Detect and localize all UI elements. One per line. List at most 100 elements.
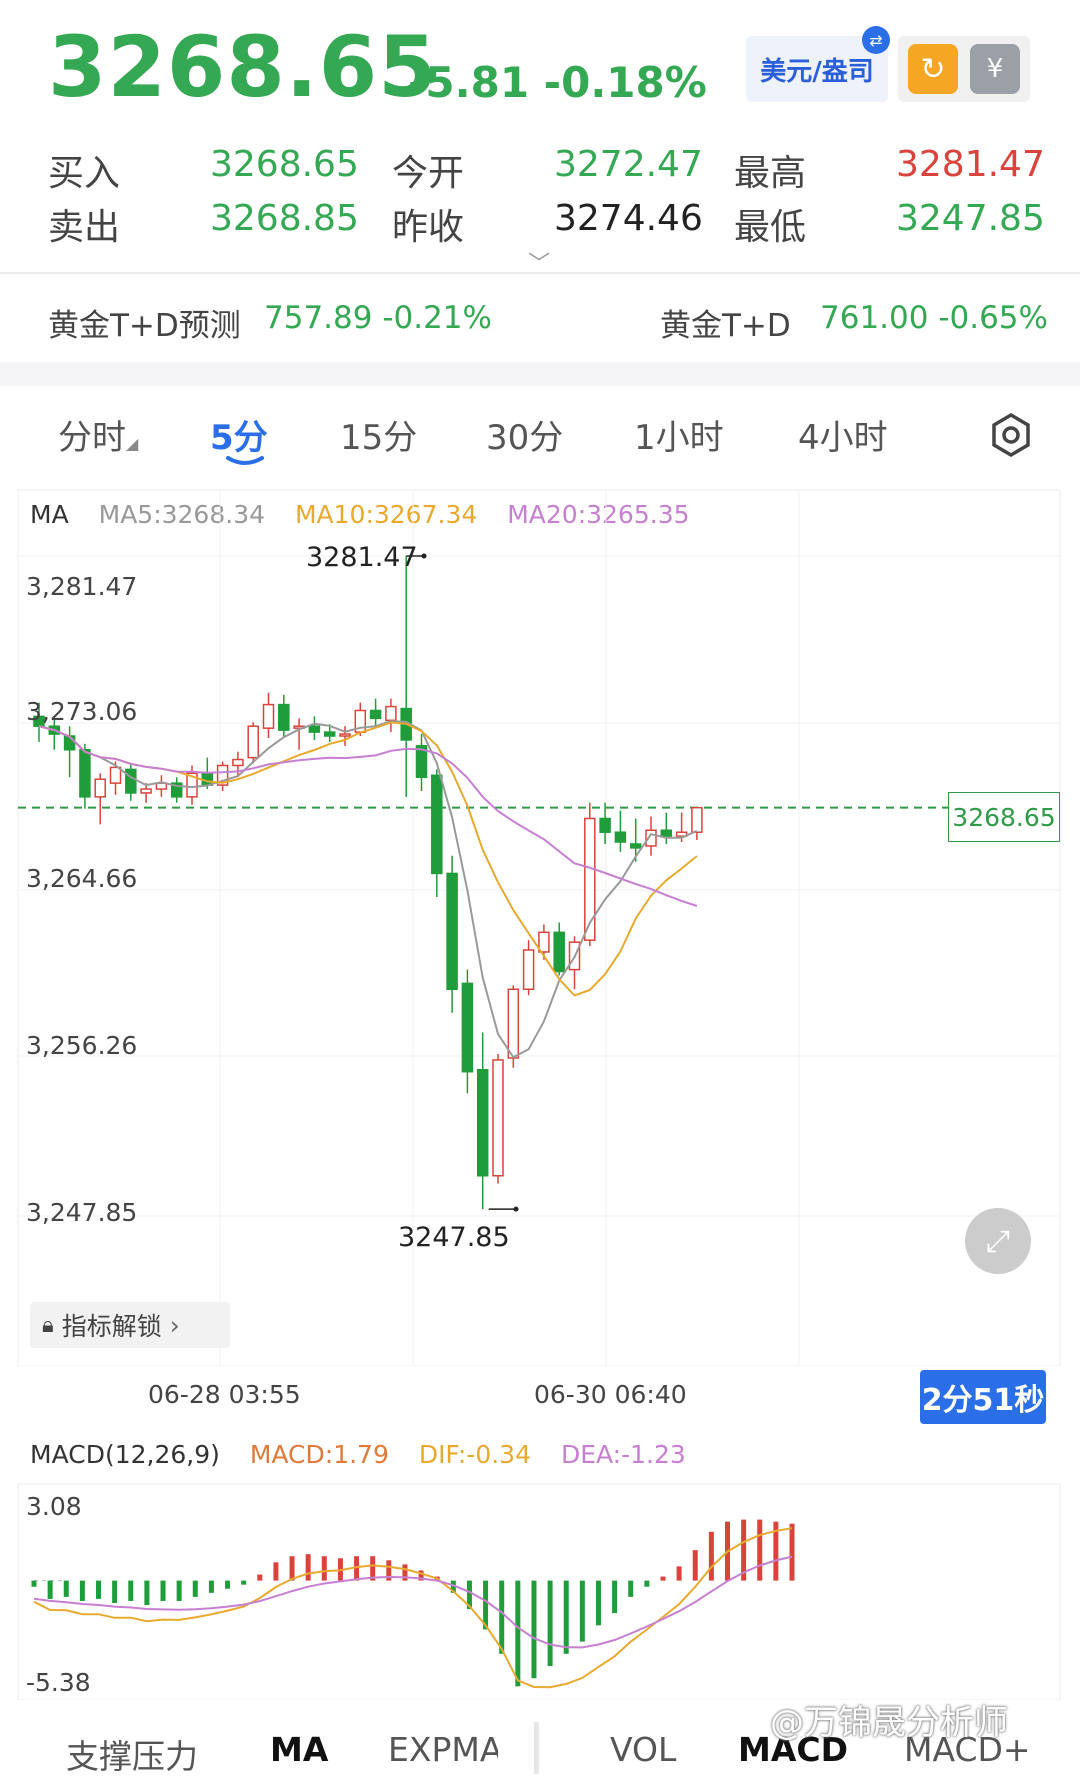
- candle-up: [247, 725, 259, 759]
- indicator-unlock-label: 指标解锁: [61, 1312, 162, 1341]
- lock-icon: 🔒︎: [42, 1312, 54, 1338]
- macd-bar-negative: [531, 1580, 537, 1679]
- candle-down: [79, 749, 91, 798]
- ma5-line: [38, 720, 698, 1059]
- min-pointer-dot: [513, 1206, 519, 1212]
- indicator-unlock-button[interactable]: 🔒︎ 指标解锁 ›: [30, 1302, 230, 1348]
- candle-down: [629, 843, 642, 849]
- macd-bar-negative: [563, 1580, 569, 1654]
- high-value: 3281.47: [896, 144, 1045, 185]
- dea-value: DEA:-1.23: [560, 1440, 686, 1469]
- macd-bar-negative: [144, 1580, 150, 1606]
- y-tick-label: 3,264.66: [26, 864, 138, 893]
- ma10-line: [38, 721, 698, 997]
- macd-y-tick-label: -5.38: [26, 1668, 91, 1697]
- tab-4h[interactable]: 4小时: [798, 410, 888, 459]
- macd-title: MACD(12,26,9): [30, 1440, 220, 1469]
- exchange-icon[interactable]: ¥: [970, 44, 1020, 94]
- x-tick-label: 06-30 06:40: [534, 1380, 687, 1409]
- max-price-label: 3281.47: [306, 542, 418, 573]
- candle-up: [507, 988, 520, 1059]
- tab-label: 分时: [58, 418, 126, 458]
- macd-bar-positive: [708, 1531, 714, 1581]
- tab-1h[interactable]: 1小时: [634, 410, 724, 459]
- min-price-label: 3247.85: [398, 1222, 510, 1253]
- macd-bar-negative: [79, 1580, 85, 1601]
- y-tick-label: 3,273.06: [26, 697, 138, 726]
- macd-bar-positive: [660, 1576, 666, 1581]
- macd-legend: MACD(12,26,9) MACD:1.79 DIF:-0.34 DEA:-1…: [30, 1440, 708, 1469]
- macd-bar-positive: [757, 1519, 763, 1581]
- macd-bar-negative: [63, 1580, 69, 1597]
- settings-icon[interactable]: [988, 412, 1034, 458]
- candle-down: [431, 774, 443, 875]
- macd-value: MACD:1.79: [249, 1440, 389, 1469]
- current-price: 3268.65: [48, 18, 438, 116]
- ma20-line: [38, 725, 698, 907]
- macd-bar-negative: [160, 1580, 166, 1601]
- macd-bar-negative: [128, 1580, 134, 1601]
- max-pointer-dot: [421, 553, 427, 559]
- macd-bar-positive: [305, 1554, 311, 1581]
- candle-down: [278, 703, 290, 731]
- candle-down: [308, 725, 321, 733]
- related-left-label[interactable]: 黄金T+D预测: [48, 300, 241, 345]
- swap-icon[interactable]: ⇄: [862, 26, 890, 54]
- high-label: 最高: [734, 153, 807, 194]
- sell-label: 卖出: [48, 207, 121, 248]
- low-value: 3247.85: [896, 198, 1045, 239]
- dif-value: DIF:-0.34: [418, 1440, 531, 1469]
- candle-down: [446, 872, 458, 991]
- tab-ma[interactable]: MA: [270, 1730, 328, 1769]
- related-left-value[interactable]: 757.89 -0.21%: [264, 300, 492, 336]
- candle-down: [476, 1068, 489, 1177]
- refresh-icon[interactable]: ↻: [908, 44, 958, 94]
- fullscreen-icon[interactable]: ⤢: [965, 1208, 1031, 1274]
- macd-bar-negative: [225, 1580, 231, 1589]
- buy-value: 3268.65: [210, 144, 359, 185]
- tab-timeshare[interactable]: 分时◢: [58, 410, 138, 459]
- macd-bar-positive: [692, 1550, 698, 1581]
- tab-30m[interactable]: 30分: [486, 410, 563, 459]
- macd-bar-positive: [257, 1574, 263, 1581]
- macd-bar-negative: [241, 1580, 247, 1585]
- macd-bar-negative: [31, 1580, 37, 1587]
- y-tick-label: 3,247.85: [26, 1198, 138, 1227]
- candle-up: [385, 705, 397, 722]
- related-right-value[interactable]: 761.00 -0.65%: [820, 300, 1048, 336]
- y-tick-label: 3,281.47: [26, 572, 138, 601]
- y-tick-label: 3,256.26: [26, 1031, 138, 1060]
- caret-down-icon: ◢: [126, 434, 139, 453]
- tab-support-resistance[interactable]: 支撑压力: [66, 1730, 198, 1778]
- macd-bar-positive: [273, 1562, 279, 1581]
- macd-bar-negative: [96, 1580, 102, 1599]
- chevron-right-icon: ›: [169, 1310, 180, 1340]
- tab-expma[interactable]: EXPMA: [388, 1730, 498, 1769]
- macd-y-tick-label: 3.08: [26, 1492, 82, 1521]
- tab-15m[interactable]: 15分: [340, 410, 417, 459]
- macd-bar-positive: [321, 1556, 327, 1581]
- candle-down: [369, 709, 382, 720]
- tab-vol[interactable]: VOL: [610, 1730, 676, 1769]
- x-tick-label: 06-28 03:55: [148, 1380, 301, 1409]
- related-right-label[interactable]: 黄金T+D: [660, 300, 791, 345]
- tab-5m[interactable]: 5分: [210, 410, 268, 459]
- candle-down: [614, 831, 627, 843]
- candle-up: [339, 733, 351, 737]
- macd-bar-negative: [208, 1580, 214, 1593]
- macd-bar-negative: [515, 1580, 521, 1687]
- sell-value: 3268.85: [210, 198, 359, 239]
- macd-bar-negative: [628, 1580, 634, 1597]
- candlestick-chart[interactable]: [0, 486, 1080, 1366]
- candle-down: [553, 931, 565, 973]
- divider: [0, 272, 1080, 274]
- macd-bar-negative: [612, 1580, 618, 1614]
- candle-down: [323, 731, 336, 737]
- macd-chart[interactable]: [0, 1480, 1080, 1700]
- candle-down: [660, 829, 673, 837]
- open-value: 3272.47: [554, 144, 703, 185]
- macd-bar-negative: [47, 1580, 53, 1599]
- candle-up: [232, 758, 244, 767]
- candle-up: [492, 1059, 504, 1177]
- macd-bar-negative: [112, 1580, 118, 1603]
